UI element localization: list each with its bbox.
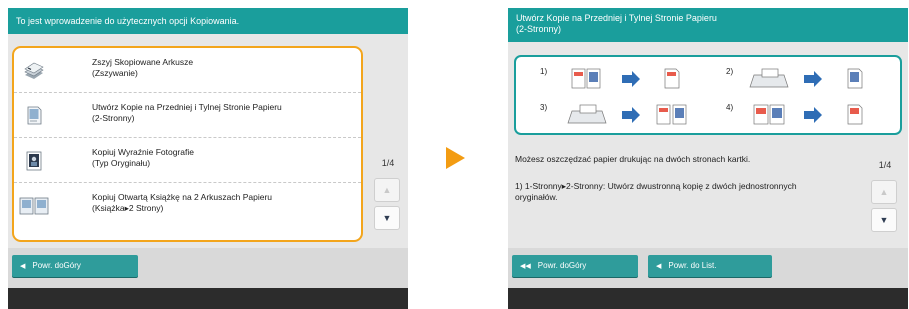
footer-bar: ◀◀ Powr. doGóry ◀ Powr. do List.	[508, 248, 908, 288]
page-indicator: 1/4	[878, 160, 892, 170]
page-indicator: 1/4	[381, 158, 395, 168]
status-bar	[508, 288, 908, 309]
scroll-up-button[interactable]: ▲	[374, 178, 400, 202]
item-label: Zszyj Skopiowane Arkusze	[92, 57, 194, 67]
button-label: Powr. doGóry	[32, 261, 81, 270]
item-sublabel: (2-Stronny)	[92, 113, 135, 123]
list-item-photo[interactable]: Kopiuj Wyraźnie Fotografie (Typ Oryginał…	[14, 138, 361, 183]
two-sided-info-screen: Utwórz Kopie na Przedniej i Tylnej Stron…	[508, 8, 908, 309]
mode-1-diagram: 1)	[540, 63, 710, 95]
list-item-2-sided[interactable]: Utwórz Kopie na Przedniej i Tylnej Stron…	[14, 93, 361, 138]
item-label: Utwórz Kopie na Przedniej i Tylnej Stron…	[92, 102, 282, 112]
title-bar: To jest wprowadzenie do użytecznych opcj…	[8, 8, 408, 34]
photo-original-icon	[26, 151, 42, 171]
back-to-list-button[interactable]: ◀ Powr. do List.	[648, 255, 772, 277]
back-arrow-icon: ◀	[656, 263, 662, 270]
options-list: Zszyj Skopiowane Arkusze (Zszywanie) Utw…	[12, 46, 363, 242]
button-label: Powr. doGóry	[537, 261, 587, 270]
button-label: Powr. do List.	[668, 261, 717, 270]
one-to-two-sided-icon	[571, 68, 680, 89]
double-back-arrow-icon: ◀◀	[520, 263, 531, 270]
item-sublabel: (Książka▸2 Strony)	[92, 203, 164, 213]
back-to-top-button[interactable]: ◀ Powr. doGóry	[12, 255, 138, 277]
back-arrow-icon: ◀	[20, 263, 26, 270]
scanner-to-two-sided-icon	[749, 68, 863, 89]
status-bar	[8, 288, 408, 309]
item-sublabel: (Typ Oryginału)	[92, 158, 151, 168]
item-label: Kopiuj Otwartą Książkę na 2 Arkuszach Pa…	[92, 192, 273, 202]
scanner-to-two-pages-icon	[567, 104, 687, 125]
list-item-staple[interactable]: Zszyj Skopiowane Arkusze (Zszywanie)	[14, 48, 361, 93]
mode-4-diagram: 4)	[726, 99, 896, 131]
back-to-top-button[interactable]: ◀◀ Powr. doGóry	[512, 255, 638, 277]
title-bar: Utwórz Kopie na Przedniej i Tylnej Stron…	[508, 8, 908, 42]
pager: 1/4 ▲ ▼	[371, 158, 405, 230]
two-sided-page-icon	[27, 106, 42, 125]
book-two-pages-icon	[19, 197, 49, 215]
book-to-two-sided-icon	[753, 104, 863, 125]
scroll-down-button[interactable]: ▼	[374, 206, 400, 230]
screen-title: To jest wprowadzenie do użytecznych opcj…	[16, 16, 240, 26]
two-sided-modes-diagram: 1) 2) 3) 4)	[514, 55, 902, 135]
description: Możesz oszczędzać papier drukując na dwó…	[515, 154, 835, 203]
copy-options-screen: To jest wprowadzenie do użytecznych opcj…	[8, 8, 408, 309]
mode-3-diagram: 3)	[540, 99, 710, 131]
item-label: Kopiuj Wyraźnie Fotografie	[92, 147, 194, 157]
scroll-up-button[interactable]: ▲	[871, 180, 897, 204]
screen-subtitle: (2-Stronny)	[516, 24, 562, 34]
description-line-1: Możesz oszczędzać papier drukując na dwó…	[515, 154, 751, 164]
next-step-arrow-icon	[446, 147, 465, 169]
description-line-2: 1) 1-Stronny▸2-Stronny: Utwórz dwustronn…	[515, 181, 797, 202]
pager: 1/4 ▲ ▼	[868, 160, 902, 232]
mode-2-diagram: 2)	[726, 63, 896, 95]
item-sublabel: (Zszywanie)	[92, 68, 138, 78]
list-item-book[interactable]: Kopiuj Otwartą Książkę na 2 Arkuszach Pa…	[14, 183, 361, 228]
screen-title: Utwórz Kopie na Przedniej i Tylnej Stron…	[516, 13, 717, 23]
scroll-down-button[interactable]: ▼	[871, 208, 897, 232]
staple-sheets-icon	[24, 62, 44, 79]
footer-bar: ◀ Powr. doGóry	[8, 248, 408, 288]
